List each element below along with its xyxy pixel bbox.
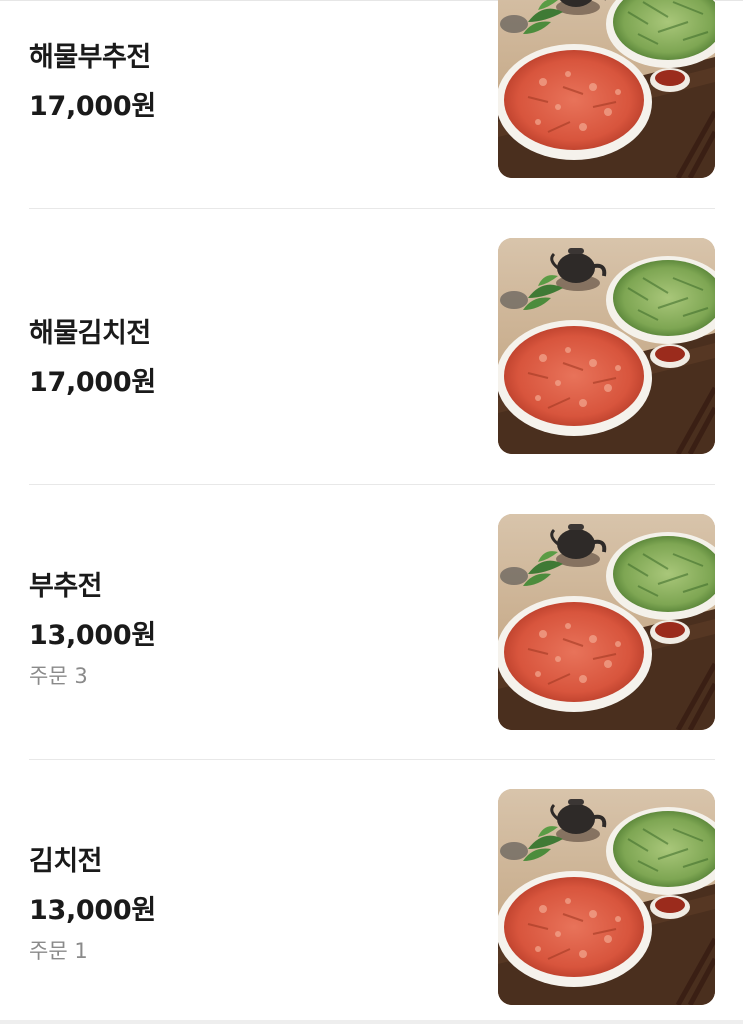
menu-item-order-count: 주문 3 [29,664,88,688]
menu-item-price: 13,000원 [29,895,156,926]
menu-item-seafood-chive-pancake[interactable]: 해물부추전 17,000원 [0,0,743,208]
menu-item-name: 김치전 [29,846,103,877]
bottom-divider [0,1020,743,1024]
menu-item-photo [498,0,715,178]
menu-item-photo [498,789,715,1005]
menu-item-price: 17,000원 [29,367,156,398]
menu-item-name: 해물김치전 [29,318,151,349]
menu-item-chive-pancake[interactable]: 부추전 13,000원 주문 3 [0,485,743,759]
menu-item-seafood-kimchi-pancake[interactable]: 해물김치전 17,000원 [0,209,743,484]
menu-item-price: 17,000원 [29,91,156,122]
menu-item-name: 해물부추전 [29,42,151,73]
menu-item-kimchi-pancake[interactable]: 김치전 13,000원 주문 1 [0,760,743,1020]
menu-item-name: 부추전 [29,571,103,602]
menu-item-price: 13,000원 [29,620,156,651]
menu-item-photo [498,514,715,730]
menu-item-photo [498,238,715,454]
menu-item-order-count: 주문 1 [29,939,88,963]
